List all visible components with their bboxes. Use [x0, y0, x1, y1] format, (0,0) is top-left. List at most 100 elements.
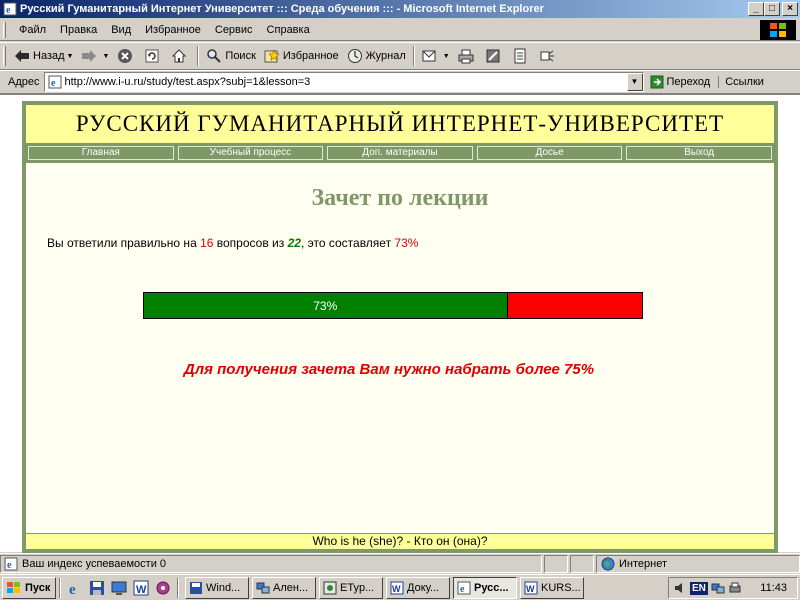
network-tray-icon[interactable] [711, 581, 725, 595]
svg-text:e: e [6, 5, 11, 16]
address-dropdown-icon[interactable]: ▼ [626, 72, 643, 91]
language-indicator[interactable]: EN [690, 581, 708, 595]
address-input[interactable]: e http://www.i-u.ru/study/test.aspx?subj… [43, 71, 644, 92]
window-controls: _ □ × [748, 2, 798, 16]
close-button[interactable]: × [782, 2, 798, 16]
history-icon [347, 49, 362, 63]
quicklaunch-word-icon[interactable]: W [132, 579, 150, 597]
task-label: Wind... [206, 581, 241, 594]
nav-home[interactable]: Главная [28, 146, 174, 160]
nav-materials[interactable]: Доп. материалы [327, 146, 473, 160]
browser-viewport: РУССКИЙ ГУМАНИТАРНЫЙ ИНТЕРНЕТ-УНИВЕРСИТЕ… [0, 93, 800, 553]
footer-link[interactable]: Who is he (she)? - Кто он (она)? [26, 533, 774, 549]
edit-icon [486, 49, 500, 63]
result-text: Вы ответили правильно на 16 вопросов из … [47, 236, 418, 250]
nav-logout[interactable]: Выход [626, 146, 772, 160]
menu-help[interactable]: Справка [260, 24, 317, 36]
result-prefix: Вы ответили правильно на [47, 236, 201, 250]
svg-text:e: e [7, 560, 12, 571]
status-text: Ваш индекс успеваемости 0 [22, 557, 167, 570]
back-button[interactable]: Назад ▼ [10, 44, 77, 68]
network-icon [256, 582, 270, 593]
task-button[interactable]: Ален... [252, 576, 316, 599]
back-dropdown-icon[interactable]: ▼ [67, 53, 74, 60]
menu-view[interactable]: Вид [104, 24, 138, 36]
ie-page-icon: e [48, 75, 61, 89]
task-button-active[interactable]: e Русс... [453, 576, 517, 599]
window-titlebar[interactable]: e Русский Гуманитарный Интернет Универси… [0, 0, 800, 18]
floppy-icon [190, 581, 202, 594]
print-button[interactable] [454, 44, 481, 68]
favorites-button[interactable]: Избранное [260, 44, 343, 68]
clock[interactable]: 11:43 [760, 582, 787, 594]
minimize-button[interactable]: _ [748, 2, 764, 16]
site-header: РУССКИЙ ГУМАНИТАРНЫЙ ИНТЕРНЕТ-УНИВЕРСИТЕ… [26, 105, 774, 143]
discuss-icon [514, 48, 526, 64]
page-status-icon: e [4, 557, 18, 571]
status-bar: e Ваш индекс успеваемости 0 Интернет [0, 553, 800, 573]
refresh-button[interactable] [140, 44, 167, 68]
ie-page-icon: e [2, 1, 18, 17]
mail-button[interactable]: ▼ [418, 44, 454, 68]
quicklaunch-media-icon[interactable] [154, 579, 172, 597]
task-button[interactable]: W Доку... [386, 576, 450, 599]
home-button[interactable] [167, 44, 194, 68]
back-arrow-icon [15, 50, 29, 62]
back-label: Назад [33, 50, 65, 62]
nav-study[interactable]: Учебный процесс [177, 146, 324, 160]
stop-icon [118, 49, 133, 63]
start-button[interactable]: Пуск [2, 576, 56, 599]
search-button[interactable]: Поиск [202, 44, 259, 68]
printer-tray-icon[interactable] [728, 581, 742, 595]
stop-button[interactable] [113, 44, 140, 68]
quicklaunch-desktop-icon[interactable] [110, 579, 128, 597]
system-tray: EN 11:43 [668, 577, 798, 599]
messenger-button[interactable] [535, 44, 562, 68]
history-button[interactable]: Журнал [343, 44, 410, 68]
task-button[interactable]: ETyp... [319, 576, 383, 599]
status-text-panel: e Ваш индекс успеваемости 0 [0, 554, 542, 573]
start-label: Пуск [25, 581, 51, 594]
result-middle: вопросов из [213, 236, 288, 250]
go-button[interactable]: Переход [644, 75, 717, 89]
discuss-button[interactable] [508, 44, 535, 68]
menu-file[interactable]: Файл [12, 24, 53, 36]
svg-text:W: W [136, 584, 147, 596]
links-button[interactable]: Ссылки [718, 75, 764, 88]
go-label: Переход [666, 75, 711, 88]
task-button[interactable]: W KURS... [520, 576, 584, 599]
refresh-icon [145, 49, 159, 63]
result-percent: 73% [394, 236, 419, 250]
favorites-label: Избранное [282, 50, 339, 62]
nav-dossier[interactable]: Досье [476, 146, 623, 160]
taskbar: Пуск e W Wind... Ален... ETyp... W Доку.… [0, 574, 800, 600]
page-title: Зачет по лекции [311, 185, 489, 211]
quicklaunch-ie-icon[interactable]: e [66, 579, 84, 597]
maximize-button[interactable]: □ [764, 2, 780, 16]
score-progress-bar: 73% [143, 292, 643, 319]
quicklaunch-save-icon[interactable] [88, 579, 106, 597]
search-icon [207, 49, 222, 63]
edit-button[interactable] [481, 44, 508, 68]
toolbar-grip[interactable] [3, 46, 6, 66]
ie-page-icon: e [457, 581, 471, 595]
status-cell [570, 554, 594, 573]
forward-button[interactable]: ▼ [77, 44, 113, 68]
zone-label: Интернет [619, 557, 667, 570]
volume-icon[interactable] [673, 581, 687, 595]
address-label: Адрес [8, 75, 40, 88]
menu-favorites[interactable]: Избранное [138, 24, 208, 36]
toolbar-grip[interactable] [3, 21, 6, 38]
favorites-icon [264, 49, 280, 63]
go-arrow-icon [650, 75, 663, 88]
standard-toolbar: Назад ▼ ▼ Поиск Избранное Журнал ▼ [0, 42, 800, 70]
score-progress-remaining [507, 293, 642, 318]
mail-dropdown-icon[interactable]: ▼ [443, 53, 450, 60]
task-button[interactable]: Wind... [185, 576, 249, 599]
score-progress-fill: 73% [144, 293, 508, 318]
forward-dropdown-icon[interactable]: ▼ [102, 53, 109, 60]
menu-bar: Файл Правка Вид Избранное Сервис Справка [0, 19, 800, 41]
menu-tools[interactable]: Сервис [208, 24, 260, 36]
menu-edit[interactable]: Правка [53, 24, 104, 36]
svg-text:e: e [51, 78, 56, 89]
